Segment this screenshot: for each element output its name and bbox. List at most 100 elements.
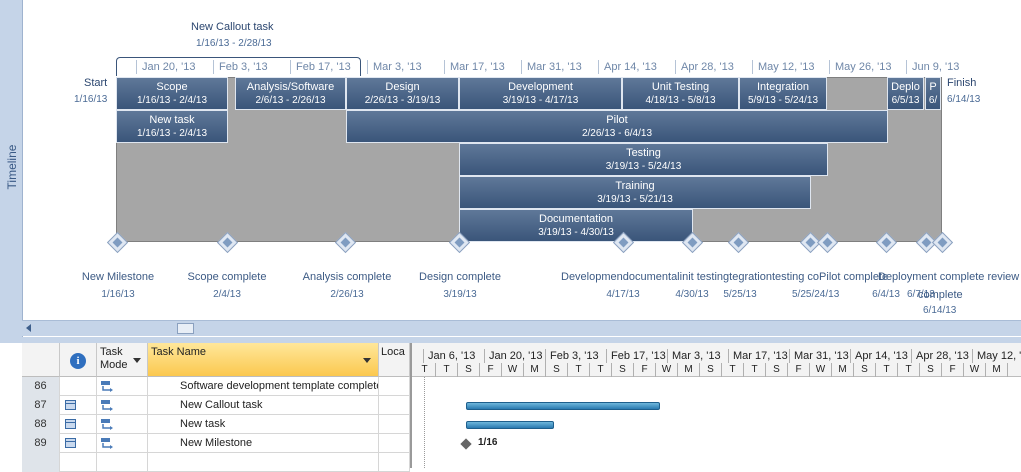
indicator-cell: [60, 396, 97, 415]
row-number[interactable]: 88: [22, 415, 60, 434]
location-cell[interactable]: [379, 377, 410, 396]
task-name-cell[interactable]: New Milestone: [148, 434, 379, 453]
header-task-name[interactable]: Task Name: [148, 343, 379, 377]
timeline-side-label[interactable]: Timeline: [0, 0, 23, 337]
header-location[interactable]: Loca: [379, 343, 410, 377]
scroll-left-arrow-icon[interactable]: [26, 324, 31, 332]
scale-label: May 12, '13: [758, 61, 815, 73]
gantt-day-label: M: [832, 363, 854, 377]
row-number[interactable]: [22, 453, 60, 472]
gantt-day-label: S: [920, 363, 942, 377]
gantt-week-label: Mar 17, '13: [729, 349, 790, 363]
auto-schedule-icon: [101, 438, 113, 449]
milestone-diamond-icon[interactable]: [460, 438, 472, 450]
indicator-cell: [60, 453, 97, 472]
timeline-bar-documentation[interactable]: Documentation 3/19/13 - 4/30/13: [459, 209, 693, 242]
row-number[interactable]: 86: [22, 377, 60, 396]
gantt-day-label: S: [458, 363, 480, 377]
milestone-overlap-dates: 5/25/24/13: [792, 289, 840, 300]
gantt-day-label: F: [480, 363, 502, 377]
callout-task-name[interactable]: New Callout task: [191, 21, 274, 33]
timeline-bar-design[interactable]: Design 2/26/13 - 3/19/13: [346, 77, 459, 110]
gantt-day-label: T: [876, 363, 898, 377]
location-cell[interactable]: [379, 434, 410, 453]
gantt-day-label: W: [656, 363, 678, 377]
timeline-bar-testing[interactable]: Testing 3/19/13 - 5/24/13: [459, 143, 828, 176]
table-row[interactable]: [22, 453, 410, 472]
auto-schedule-icon: [101, 419, 113, 430]
timeline-bar-new-task[interactable]: New task 1/16/13 - 2/4/13: [116, 110, 228, 143]
timeline-bar-pilot[interactable]: Pilot 2/26/13 - 6/4/13: [346, 110, 888, 143]
task-mode-cell[interactable]: [97, 396, 148, 415]
table-row[interactable]: 86 Software development template complet…: [22, 377, 410, 396]
header-task-mode[interactable]: Task Mode: [97, 343, 148, 377]
table-row[interactable]: 88 New task: [22, 415, 410, 434]
gantt-day-label: M: [986, 363, 1008, 377]
timeline-bar-training[interactable]: Training 3/19/13 - 5/21/13: [459, 176, 811, 209]
row-number[interactable]: 89: [22, 434, 60, 453]
gantt-bar-new-task[interactable]: [466, 421, 554, 429]
gantt-day-label: T: [898, 363, 920, 377]
timeline-bar-deployment[interactable]: Deplo 6/5/13: [887, 77, 924, 110]
gantt-day-label: S: [854, 363, 876, 377]
header-label: Loca: [381, 346, 405, 358]
milestone-date: 6/4/13: [872, 289, 900, 300]
milestone-name: New Milestone: [81, 271, 155, 283]
bar-dates: 6/5/13: [891, 95, 920, 106]
timeline-bar-analysis[interactable]: Analysis/Software 2/6/13 - 2/26/13: [235, 77, 346, 110]
bar-name: Design: [385, 81, 420, 93]
dropdown-arrow-icon[interactable]: [133, 358, 141, 363]
scrollbar-thumb[interactable]: [177, 323, 194, 334]
bar-dates: 1/16/13 - 2/4/13: [136, 128, 208, 139]
gantt-day-label: W: [810, 363, 832, 377]
task-name-cell[interactable]: New Callout task: [148, 396, 379, 415]
bar-dates: 5/9/13 - 5/24/13: [747, 95, 819, 106]
scale-label: Mar 31, '13: [527, 61, 582, 73]
task-mode-cell[interactable]: [97, 453, 148, 472]
gantt-day-label: M: [678, 363, 700, 377]
table-row[interactable]: 89 New Milestone: [22, 434, 410, 453]
milestone-date: 1/16/13: [101, 289, 135, 300]
milestone-overlap-labels-3: complete: [918, 289, 963, 301]
milestone-name: Analysis complete: [302, 271, 392, 283]
timeline-horizontal-scrollbar[interactable]: [22, 320, 1021, 336]
timeline-bar-unit-testing[interactable]: Unit Testing 4/18/13 - 5/8/13: [622, 77, 739, 110]
gantt-bar-callout-task[interactable]: [466, 402, 660, 410]
task-mode-cell[interactable]: [97, 415, 148, 434]
task-name-cell[interactable]: [148, 453, 379, 472]
timeline-bar-post[interactable]: P 6/: [925, 77, 941, 110]
milestone-overlap-labels: Developmendocumentalinit testingtegratio…: [561, 271, 889, 283]
timeline-view: Timeline New Callout task 1/16/13 - 2/28…: [0, 0, 1021, 337]
task-name-cell[interactable]: New task: [148, 415, 379, 434]
milestone-overlap-labels-2: Deployment complete review: [878, 271, 1020, 283]
timeline-finish-label: Finish: [947, 77, 977, 89]
milestone-name: Design complete: [419, 271, 501, 283]
bar-dates: 3/19/13 - 4/17/13: [502, 95, 579, 106]
task-mode-cell[interactable]: [97, 434, 148, 453]
bar-name: Pilot: [606, 114, 628, 126]
location-cell[interactable]: [379, 396, 410, 415]
task-mode-cell[interactable]: [97, 377, 148, 396]
milestone-date: 5/25/13: [723, 289, 757, 300]
location-cell[interactable]: [379, 415, 410, 434]
gantt-day-label: T: [436, 363, 458, 377]
gantt-day-label: S: [546, 363, 568, 377]
gantt-day-label: W: [964, 363, 986, 377]
table-row[interactable]: 87 New Callout task: [22, 396, 410, 415]
header-indicators[interactable]: i: [60, 343, 97, 377]
auto-schedule-icon: [101, 381, 113, 392]
task-name-cell[interactable]: Software development template complete: [148, 377, 379, 396]
gantt-week-label: Jan 6, '13: [424, 349, 485, 363]
scale-label: Jun 9, '13: [912, 61, 960, 73]
timeline-bar-development[interactable]: Development 3/19/13 - 4/17/13: [459, 77, 622, 110]
dropdown-arrow-icon[interactable]: [363, 358, 371, 363]
info-icon: i: [70, 353, 86, 369]
location-cell[interactable]: [379, 453, 410, 472]
scale-label: Feb 17, '13: [296, 61, 351, 73]
timeline-bar-integration[interactable]: Integration 5/9/13 - 5/24/13: [739, 77, 827, 110]
header-row-selector[interactable]: [22, 343, 60, 377]
auto-schedule-icon: [101, 400, 113, 411]
timeline-bar-scope[interactable]: Scope 1/16/13 - 2/4/13: [116, 77, 228, 110]
bar-name: Training: [615, 180, 655, 192]
row-number[interactable]: 87: [22, 396, 60, 415]
